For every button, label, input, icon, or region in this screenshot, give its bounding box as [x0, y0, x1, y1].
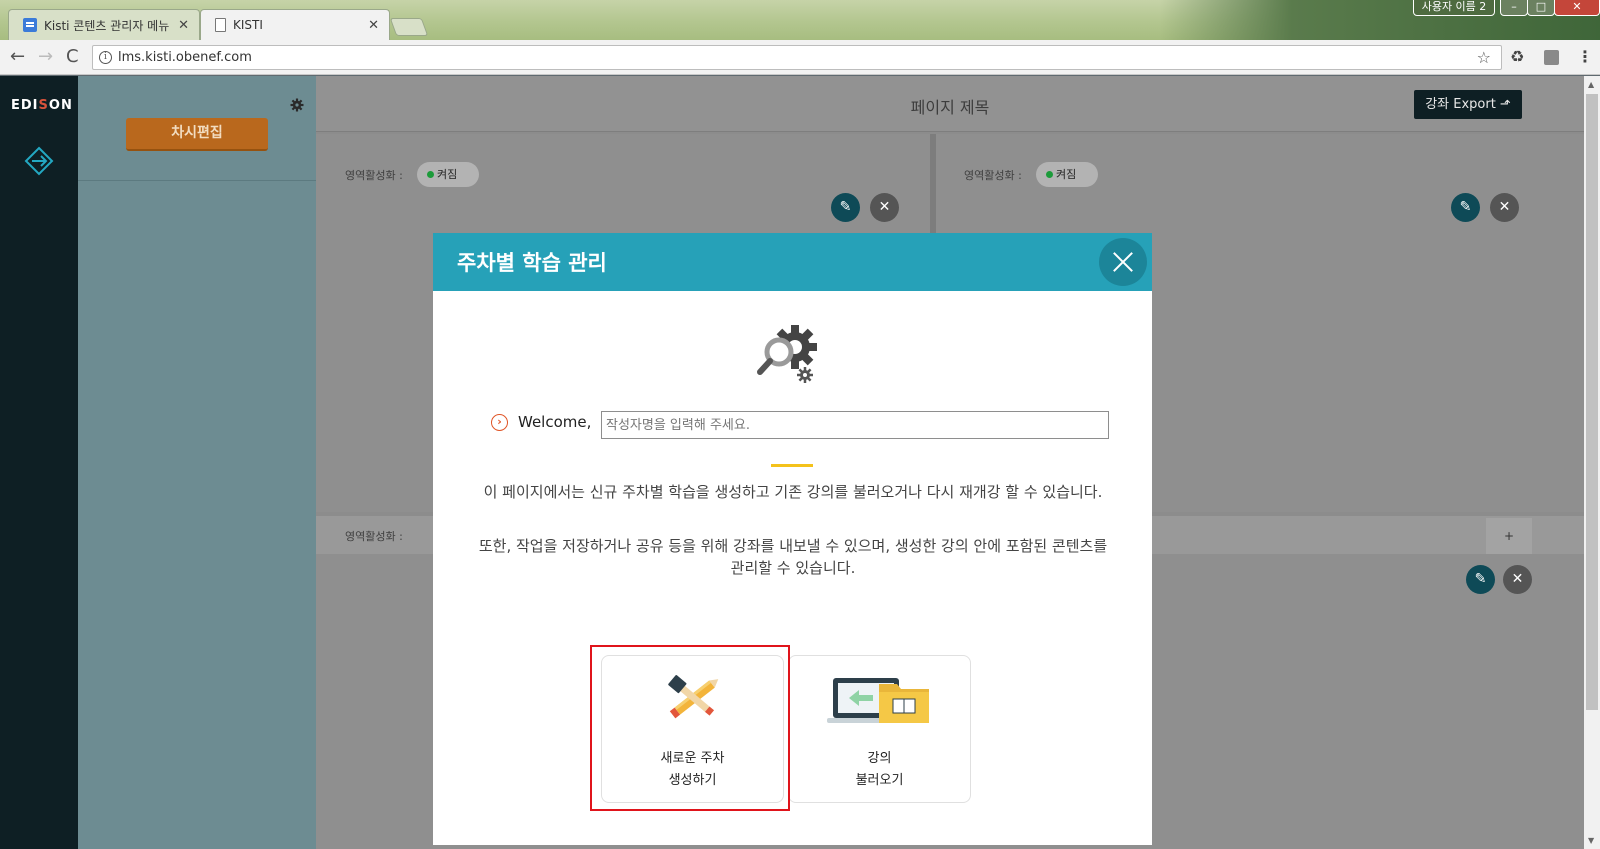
page-scrollbar[interactable]: ▲ ▼ — [1584, 76, 1600, 849]
description-paragraph-1: 이 페이지에서는 신규 주차별 학습을 생성하고 기존 강의를 불러오거나 다시… — [483, 483, 1103, 501]
browser-titlebar: Kisti 콘텐츠 관리자 메뉴 ✕ KISTI ✕ 사용자 이름 2 – □ … — [0, 0, 1600, 40]
edit-icon[interactable]: ✎ — [831, 193, 860, 222]
edison-logo: EDISON — [11, 98, 73, 113]
chapter-edit-button[interactable]: 차시편집 — [126, 118, 268, 151]
gear-search-icon — [757, 325, 817, 383]
new-tab-button[interactable] — [389, 18, 429, 36]
region-toggle[interactable]: 켜짐 — [417, 162, 479, 187]
app-sidebar: EDISON — [0, 76, 78, 849]
highlight-box — [590, 645, 790, 811]
edit-icon[interactable]: ✎ — [1451, 193, 1480, 222]
weekly-learning-modal: 주차별 학습 관리 › Welcome, 이 페이지에서는 신규 주차별 학습 — [433, 233, 1152, 845]
tab-close-icon[interactable]: ✕ — [178, 18, 189, 33]
tab-title: KISTI — [233, 18, 263, 32]
document-icon — [215, 18, 226, 32]
load-course-card[interactable]: 강의 불러오기 — [788, 655, 971, 803]
main-header: 페이지 제목 강좌 Export ⬏ — [316, 76, 1584, 132]
course-export-button[interactable]: 강좌 Export ⬏ — [1414, 90, 1522, 119]
arrow-exchange-icon[interactable] — [24, 146, 54, 176]
status-on-dot — [427, 171, 434, 178]
recycle-extension-icon[interactable]: ♻ — [1510, 48, 1524, 66]
welcome-label: Welcome, — [518, 413, 592, 431]
close-icon[interactable]: ✕ — [1503, 565, 1532, 594]
region-activation-label: 영역활성화 : — [345, 530, 403, 543]
tab-title: Kisti 콘텐츠 관리자 메뉴 — [44, 18, 170, 33]
scroll-down-icon[interactable]: ▼ — [1588, 836, 1594, 845]
modal-title: 주차별 학습 관리 — [457, 251, 607, 275]
close-icon[interactable]: ✕ — [1490, 193, 1519, 222]
info-icon[interactable]: i — [99, 51, 112, 64]
url-text: lms.kisti.obenef.com — [118, 50, 252, 65]
maximize-button[interactable]: □ — [1527, 0, 1555, 16]
author-name-input[interactable] — [601, 411, 1109, 439]
tab-close-icon[interactable]: ✕ — [368, 18, 379, 33]
tab-favicon-icon — [23, 18, 37, 32]
scrollbar-thumb[interactable] — [1586, 94, 1598, 710]
folder-transfer-icon — [827, 678, 929, 723]
reload-button[interactable]: C — [66, 48, 79, 66]
region-toggle[interactable]: 켜짐 — [1036, 162, 1098, 187]
tab-kisti-menu[interactable]: Kisti 콘텐츠 관리자 메뉴 ✕ — [8, 9, 200, 40]
description-paragraph-2: 또한, 작업을 저장하거나 공유 등을 위해 강좌를 내보낼 수 있으며, 생성… — [478, 537, 1108, 577]
add-tab-button[interactable]: + — [1486, 518, 1532, 554]
status-on-dot — [1046, 171, 1053, 178]
welcome-row: › Welcome, — [491, 413, 591, 431]
minimize-button[interactable]: – — [1500, 0, 1528, 16]
tab-kisti[interactable]: KISTI ✕ — [200, 9, 390, 40]
extension-icon[interactable] — [1544, 50, 1559, 65]
accent-divider — [771, 464, 813, 467]
modal-header: 주차별 학습 관리 — [433, 233, 1152, 291]
browser-toolbar: ← → C i lms.kisti.obenef.com ☆ ♻ ⋮ — [0, 40, 1600, 75]
region-activation-label: 영역활성화 : — [345, 169, 403, 182]
close-icon[interactable]: ✕ — [870, 193, 899, 222]
chapter-panel: 차시편집 — [78, 76, 316, 849]
page-title[interactable]: 페이지 제목 — [316, 94, 1584, 118]
window-close-button[interactable]: ✕ — [1554, 0, 1600, 16]
gear-icon[interactable] — [290, 98, 304, 112]
browser-menu-icon[interactable]: ⋮ — [1577, 48, 1593, 66]
region-activation-label: 영역활성화 : — [964, 169, 1022, 182]
chevron-right-circle-icon: › — [491, 413, 508, 431]
forward-button[interactable]: → — [38, 48, 53, 66]
back-button[interactable]: ← — [10, 48, 25, 66]
address-bar[interactable]: i lms.kisti.obenef.com ☆ — [92, 45, 1502, 70]
bookmark-star-icon[interactable]: ☆ — [1477, 48, 1491, 67]
load-course-label: 강의 불러오기 — [855, 751, 904, 788]
panel-divider — [78, 180, 316, 181]
user-profile-button[interactable]: 사용자 이름 2 — [1413, 0, 1495, 16]
scroll-up-icon[interactable]: ▲ — [1588, 80, 1594, 89]
edit-icon[interactable]: ✎ — [1466, 565, 1495, 594]
modal-close-button[interactable] — [1099, 238, 1147, 286]
